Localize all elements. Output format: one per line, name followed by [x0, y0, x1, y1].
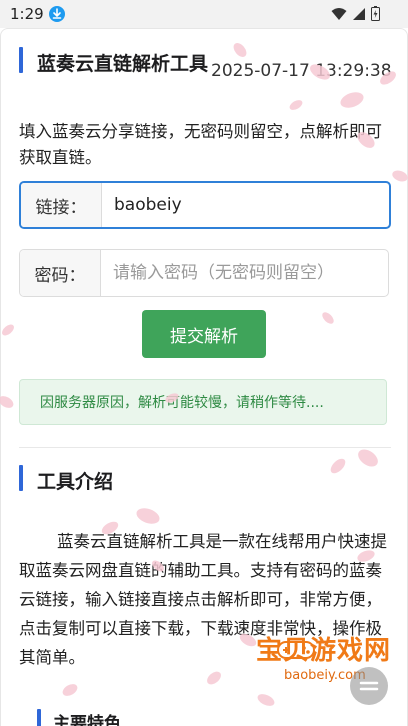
status-time: 1:29 [10, 5, 44, 23]
floating-menu-button[interactable] [350, 667, 388, 705]
battery-icon [371, 6, 380, 21]
status-bar: 1:29 [0, 0, 408, 28]
datetime: 2025-07-17 13:29:38 [211, 61, 392, 81]
download-icon [49, 6, 65, 22]
intro-text: 填入蓝奏云分享链接，无密码则留空，点解析即可获取直链。 [19, 122, 382, 167]
notice-banner: 因服务器原因，解析可能较慢，请稍作等待.... [19, 379, 387, 425]
link-label: 链接： [21, 183, 102, 227]
features-accent-bar [37, 709, 41, 726]
submit-button[interactable]: 提交解析 [142, 310, 266, 358]
password-field: 密码： [19, 249, 389, 297]
divider [19, 447, 391, 448]
wifi-icon [331, 7, 347, 20]
features-title: 主要特色 [53, 714, 121, 726]
signal-icon [353, 7, 365, 20]
title-accent-bar [19, 47, 23, 73]
main-card: 蓝奏云直链解析工具 2025-07-17 13:29:38 填入蓝奏云分享链接，… [0, 28, 408, 726]
page-title: 蓝奏云直链解析工具 [37, 53, 209, 75]
menu-icon [359, 681, 379, 691]
link-input[interactable] [102, 183, 389, 227]
tool-accent-bar [19, 465, 23, 491]
watermark-text: 宝贝游戏网 [256, 636, 392, 666]
tool-section-title: 工具介绍 [37, 471, 114, 493]
system-icons [331, 6, 380, 21]
password-label: 密码： [20, 250, 101, 296]
password-input[interactable] [101, 250, 388, 296]
link-field: 链接： [19, 181, 391, 229]
